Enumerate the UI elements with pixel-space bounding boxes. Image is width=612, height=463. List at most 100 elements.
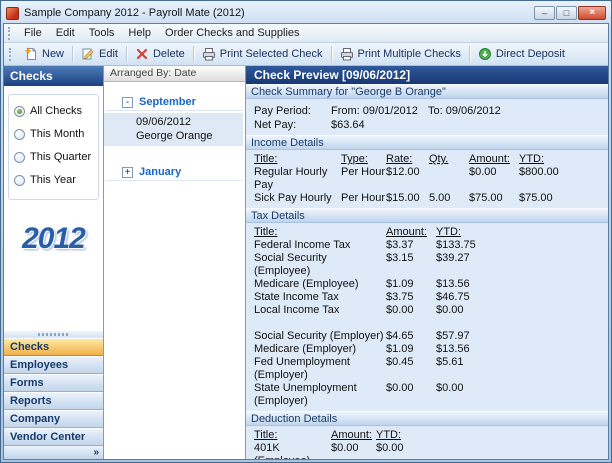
print-multiple-checks-button[interactable]: Print Multiple Checks <box>334 44 467 64</box>
filter-this-year[interactable]: This Year <box>14 174 95 186</box>
tax-row: State Income Tax $3.75 $46.75 <box>254 291 608 304</box>
menu-order-checks[interactable]: Order Checks and Supplies <box>158 25 307 41</box>
group-label: January <box>139 166 181 178</box>
check-date: 09/06/2012 <box>136 115 239 129</box>
toolbar-separator <box>193 46 194 62</box>
minimize-button[interactable]: – <box>534 6 555 20</box>
cell: $46.75 <box>436 291 608 304</box>
cell: $5.61 <box>436 356 608 382</box>
cell: $1.09 <box>386 343 436 356</box>
sidebar-item-forms[interactable]: Forms <box>4 374 103 392</box>
income-table: Title: Type: Rate: Qty. Amount: YTD: Reg… <box>246 150 608 208</box>
delete-button[interactable]: Delete <box>129 44 191 64</box>
tax-row: Social Security (Employee) $3.15 $39.27 <box>254 252 608 278</box>
cell: Medicare (Employee) <box>254 278 386 291</box>
check-list-item[interactable]: 09/06/2012 George Orange <box>104 113 243 146</box>
filter-label: This Month <box>30 128 84 140</box>
check-preview-panel: Check Preview [09/06/2012] Check Summary… <box>246 66 608 459</box>
deduction-details-header: Deduction Details <box>246 411 608 426</box>
app-icon <box>6 7 19 20</box>
cell: Per Hour <box>341 192 386 205</box>
column-header: YTD: <box>436 226 608 239</box>
column-header: Title: <box>254 153 341 166</box>
cell: $39.27 <box>436 252 608 278</box>
radio-icon[interactable] <box>14 175 25 186</box>
sidebar-nav: Checks Employees Forms Reports Company V… <box>4 330 103 459</box>
collapse-icon[interactable]: - <box>122 97 133 108</box>
income-details-header: Income Details <box>246 135 608 150</box>
sidebar-item-reports[interactable]: Reports <box>4 392 103 410</box>
print-multiple-checks-label: Print Multiple Checks <box>358 48 461 60</box>
cell: $57.97 <box>436 330 608 343</box>
menu-file[interactable]: File <box>17 25 49 41</box>
preview-title: Check Preview [09/06/2012] <box>246 66 608 84</box>
year-logo: 2012 <box>4 222 103 256</box>
printer-icon <box>340 47 354 61</box>
cell <box>429 166 469 192</box>
toolbar-separator <box>331 46 332 62</box>
edit-button[interactable]: Edit <box>75 44 124 64</box>
filter-label: All Checks <box>30 105 82 117</box>
deduction-column-headers: Title: Amount: YTD: <box>254 429 608 442</box>
cell: $0.00 <box>436 304 608 317</box>
maximize-button[interactable]: □ <box>556 6 577 20</box>
direct-deposit-label: Direct Deposit <box>496 48 565 60</box>
filter-all-checks[interactable]: All Checks <box>14 105 95 117</box>
print-selected-check-label: Print Selected Check <box>220 48 323 60</box>
sidebar-item-vendor-center[interactable]: Vendor Center <box>4 428 103 446</box>
window-title: Sample Company 2012 - Payroll Mate (2012… <box>24 7 245 19</box>
cell: $12.00 <box>386 166 429 192</box>
column-header: Qty. <box>429 153 469 166</box>
sidebar-item-checks[interactable]: Checks <box>4 338 103 356</box>
cell: $0.00 <box>436 382 608 408</box>
sidebar-item-employees[interactable]: Employees <box>4 356 103 374</box>
cell <box>386 317 436 330</box>
expand-icon[interactable]: + <box>122 167 133 178</box>
direct-deposit-icon <box>478 47 492 61</box>
cell: Local Income Tax <box>254 304 386 317</box>
group-january[interactable]: + January <box>106 164 243 181</box>
cell: Per Hour <box>341 166 386 192</box>
cell: State Income Tax <box>254 291 386 304</box>
column-header: Amount: <box>331 429 376 442</box>
radio-icon[interactable] <box>14 106 25 117</box>
filter-this-quarter[interactable]: This Quarter <box>14 151 95 163</box>
tax-row: Local Income Tax $0.00 $0.00 <box>254 304 608 317</box>
titlebar[interactable]: Sample Company 2012 - Payroll Mate (2012… <box>3 3 609 23</box>
new-button-label: New <box>42 48 64 60</box>
delete-button-label: Delete <box>153 48 185 60</box>
new-button[interactable]: New <box>18 44 70 64</box>
nav-splitter[interactable] <box>4 330 103 338</box>
deduction-table: Title: Amount: YTD: 401K (Employee) $0.0… <box>246 426 608 459</box>
direct-deposit-button[interactable]: Direct Deposit <box>472 44 571 64</box>
arranged-by-header[interactable]: Arranged By: Date <box>104 66 245 82</box>
radio-icon[interactable] <box>14 129 25 140</box>
cell: $800.00 <box>519 166 608 192</box>
minimize-icon: – <box>542 9 547 18</box>
column-header: Amount: <box>386 226 436 239</box>
pencil-icon <box>81 47 95 61</box>
cell: $3.37 <box>386 239 436 252</box>
nav-overflow-button[interactable]: » <box>4 446 103 459</box>
menu-tools[interactable]: Tools <box>82 25 122 41</box>
sidebar-item-company[interactable]: Company <box>4 410 103 428</box>
menu-edit[interactable]: Edit <box>49 25 82 41</box>
cell: Social Security (Employee) <box>254 252 386 278</box>
close-button[interactable]: × <box>578 6 606 20</box>
print-selected-check-button[interactable]: Print Selected Check <box>196 44 329 64</box>
tax-column-headers: Title: Amount: YTD: <box>254 226 608 239</box>
cell: $1.09 <box>386 278 436 291</box>
cell: Social Security (Employer) <box>254 330 386 343</box>
cell: $0.00 <box>331 442 376 459</box>
check-summary-header: Check Summary for "George B Orange" <box>246 84 608 99</box>
check-summary: Pay Period: From: 09/01/2012 To: 09/06/2… <box>246 99 608 135</box>
cell: $3.15 <box>386 252 436 278</box>
group-september[interactable]: - September <box>106 94 243 111</box>
menubar-grip-icon <box>8 27 13 40</box>
filter-this-month[interactable]: This Month <box>14 128 95 140</box>
toolbar-grip-icon <box>9 48 14 61</box>
radio-icon[interactable] <box>14 152 25 163</box>
menu-help[interactable]: Help <box>121 25 158 41</box>
check-filter-group: All Checks This Month This Quarter This … <box>8 94 99 200</box>
cell: $15.00 <box>386 192 429 205</box>
